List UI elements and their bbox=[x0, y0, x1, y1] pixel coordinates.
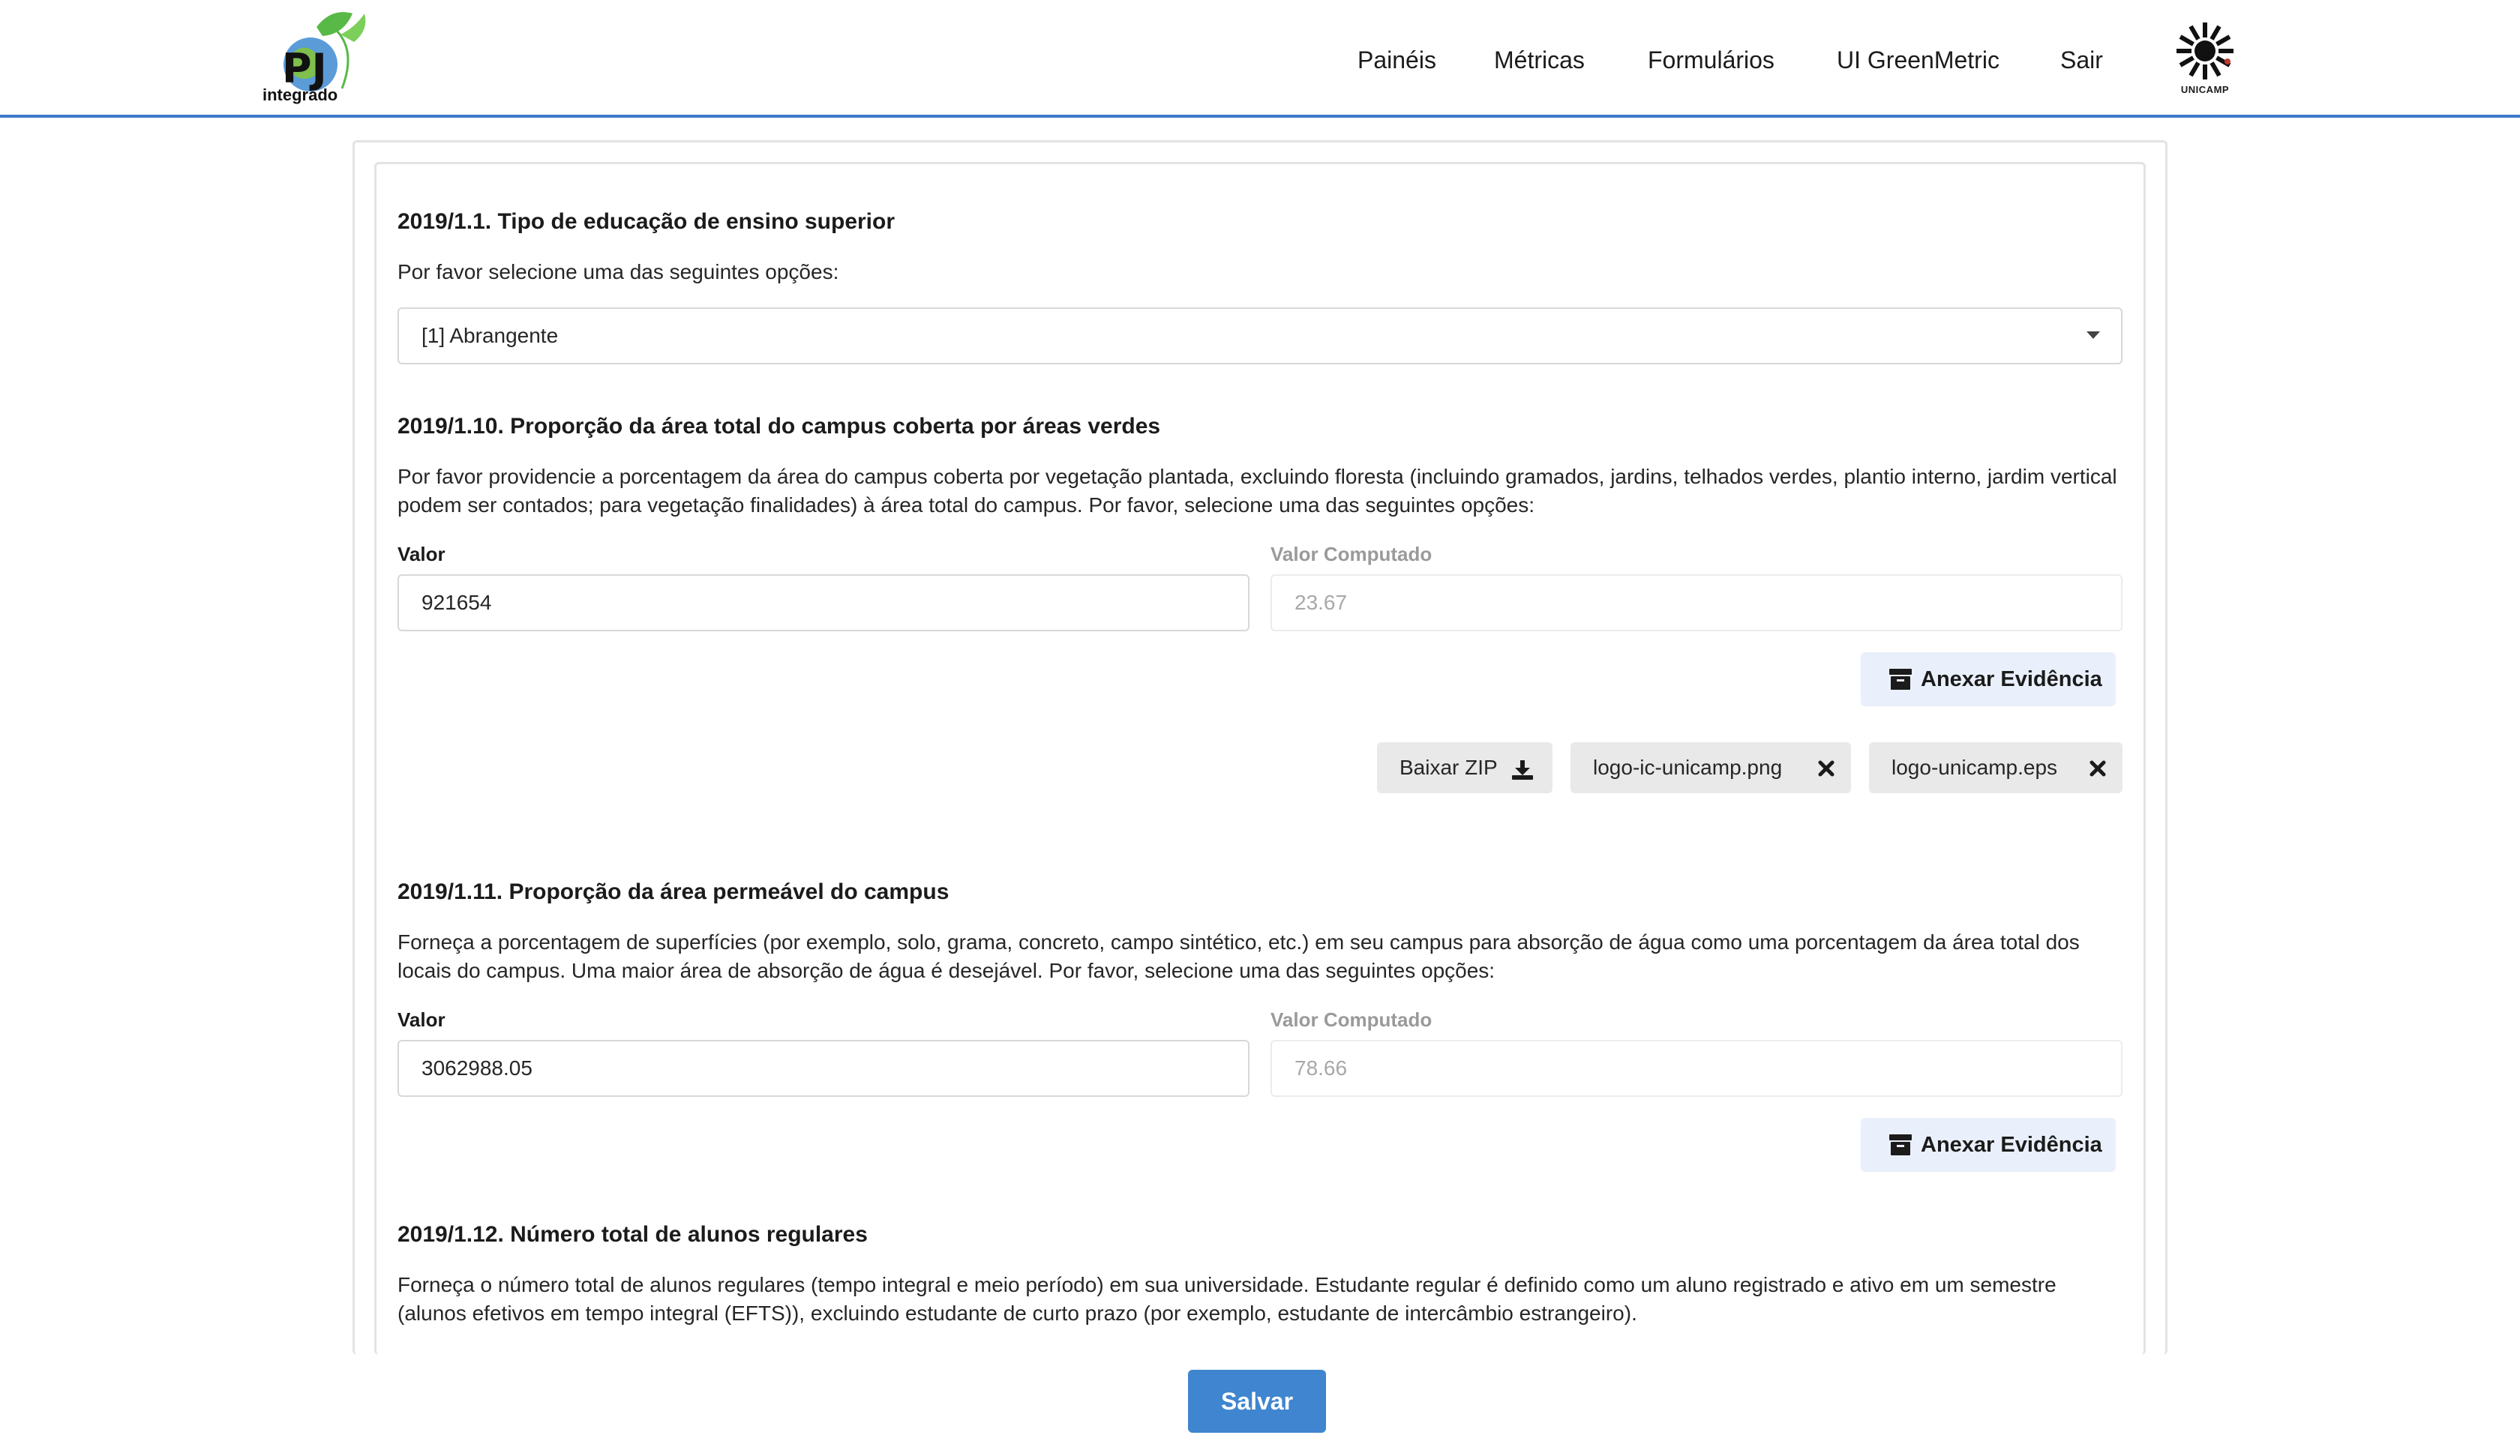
download-zip-label: Baixar ZIP bbox=[1400, 756, 1498, 779]
question-1-11-description: Forneça a porcentagem de superfícies (po… bbox=[398, 930, 2080, 982]
nav-formularios[interactable]: Formulários bbox=[1648, 42, 1774, 78]
brand-logo-text: integrado bbox=[262, 85, 338, 104]
evidence-file-chip[interactable]: logo-unicamp.eps bbox=[1869, 742, 2122, 793]
question-1-11-computed-field: 78.66 bbox=[1270, 1040, 2122, 1097]
evidence-file-name: logo-unicamp.eps bbox=[1892, 756, 2058, 779]
nav-paineis[interactable]: Painéis bbox=[1358, 42, 1436, 78]
top-navbar: PJ integrado Painéis Métricas Formulário… bbox=[0, 0, 2520, 118]
question-1-1-title: 2019/1.1. Tipo de educação de ensino sup… bbox=[398, 209, 896, 234]
question-1-10-value-input[interactable]: 921654 bbox=[398, 574, 1250, 631]
question-1-12-title: 2019/1.12. Número total de alunos regula… bbox=[398, 1222, 868, 1247]
attach-evidence-label: Anexar Evidência bbox=[1921, 667, 2102, 691]
evidence-file-name: logo-ic-unicamp.png bbox=[1593, 756, 1783, 779]
question-1-10-computed-label: Valor Computado bbox=[1270, 543, 1432, 565]
question-1-10-attach-evidence-button[interactable]: Anexar Evidência bbox=[1861, 652, 2116, 706]
question-1-11-title: 2019/1.11. Proporção da área permeável d… bbox=[398, 879, 950, 904]
main-nav: Painéis Métricas Formulários UI GreenMet… bbox=[0, 42, 2520, 78]
close-icon[interactable] bbox=[2090, 760, 2106, 777]
evidence-file-chip[interactable]: logo-ic-unicamp.png bbox=[1570, 742, 1851, 793]
question-1-11-attach-evidence-button[interactable]: Anexar Evidência bbox=[1861, 1118, 2116, 1172]
education-type-select[interactable]: [1] Abrangente bbox=[398, 307, 2122, 364]
question-1-11-value-label: Valor bbox=[398, 1008, 446, 1031]
nav-sair[interactable]: Sair bbox=[2060, 42, 2103, 78]
close-icon[interactable] bbox=[1818, 760, 1834, 777]
question-1-1-description: Por favor selecione uma das seguintes op… bbox=[398, 260, 839, 283]
chevron-down-icon bbox=[2086, 331, 2100, 339]
question-1-11-computed-label: Valor Computado bbox=[1270, 1008, 1432, 1031]
archive-icon bbox=[1889, 1134, 1912, 1155]
nav-metricas[interactable]: Métricas bbox=[1494, 42, 1585, 78]
question-1-10-description: Por favor providencie a porcentagem da á… bbox=[398, 465, 2117, 517]
save-button[interactable]: Salvar bbox=[1188, 1370, 1326, 1433]
download-icon bbox=[1512, 760, 1533, 780]
nav-ui-greenmetric[interactable]: UI GreenMetric bbox=[1837, 42, 2000, 78]
question-1-10-title: 2019/1.10. Proporção da área total do ca… bbox=[398, 414, 1161, 439]
unicamp-logo-text: UNICAMP bbox=[2180, 84, 2230, 95]
attach-evidence-label: Anexar Evidência bbox=[1921, 1133, 2102, 1157]
unicamp-logo[interactable]: UNICAMP bbox=[2168, 21, 2242, 99]
sun-logo-icon bbox=[2176, 22, 2234, 79]
download-zip-button[interactable]: Baixar ZIP bbox=[1377, 742, 1552, 793]
question-1-10-value-label: Valor bbox=[398, 543, 446, 565]
question-1-10-computed-field: 23.67 bbox=[1270, 574, 2122, 631]
archive-icon bbox=[1889, 669, 1912, 690]
question-1-12-description: Forneça o número total de alunos regular… bbox=[398, 1273, 2056, 1325]
education-type-selected: [1] Abrangente bbox=[422, 324, 559, 347]
question-1-11-value-input[interactable]: 3062988.05 bbox=[398, 1040, 1250, 1097]
